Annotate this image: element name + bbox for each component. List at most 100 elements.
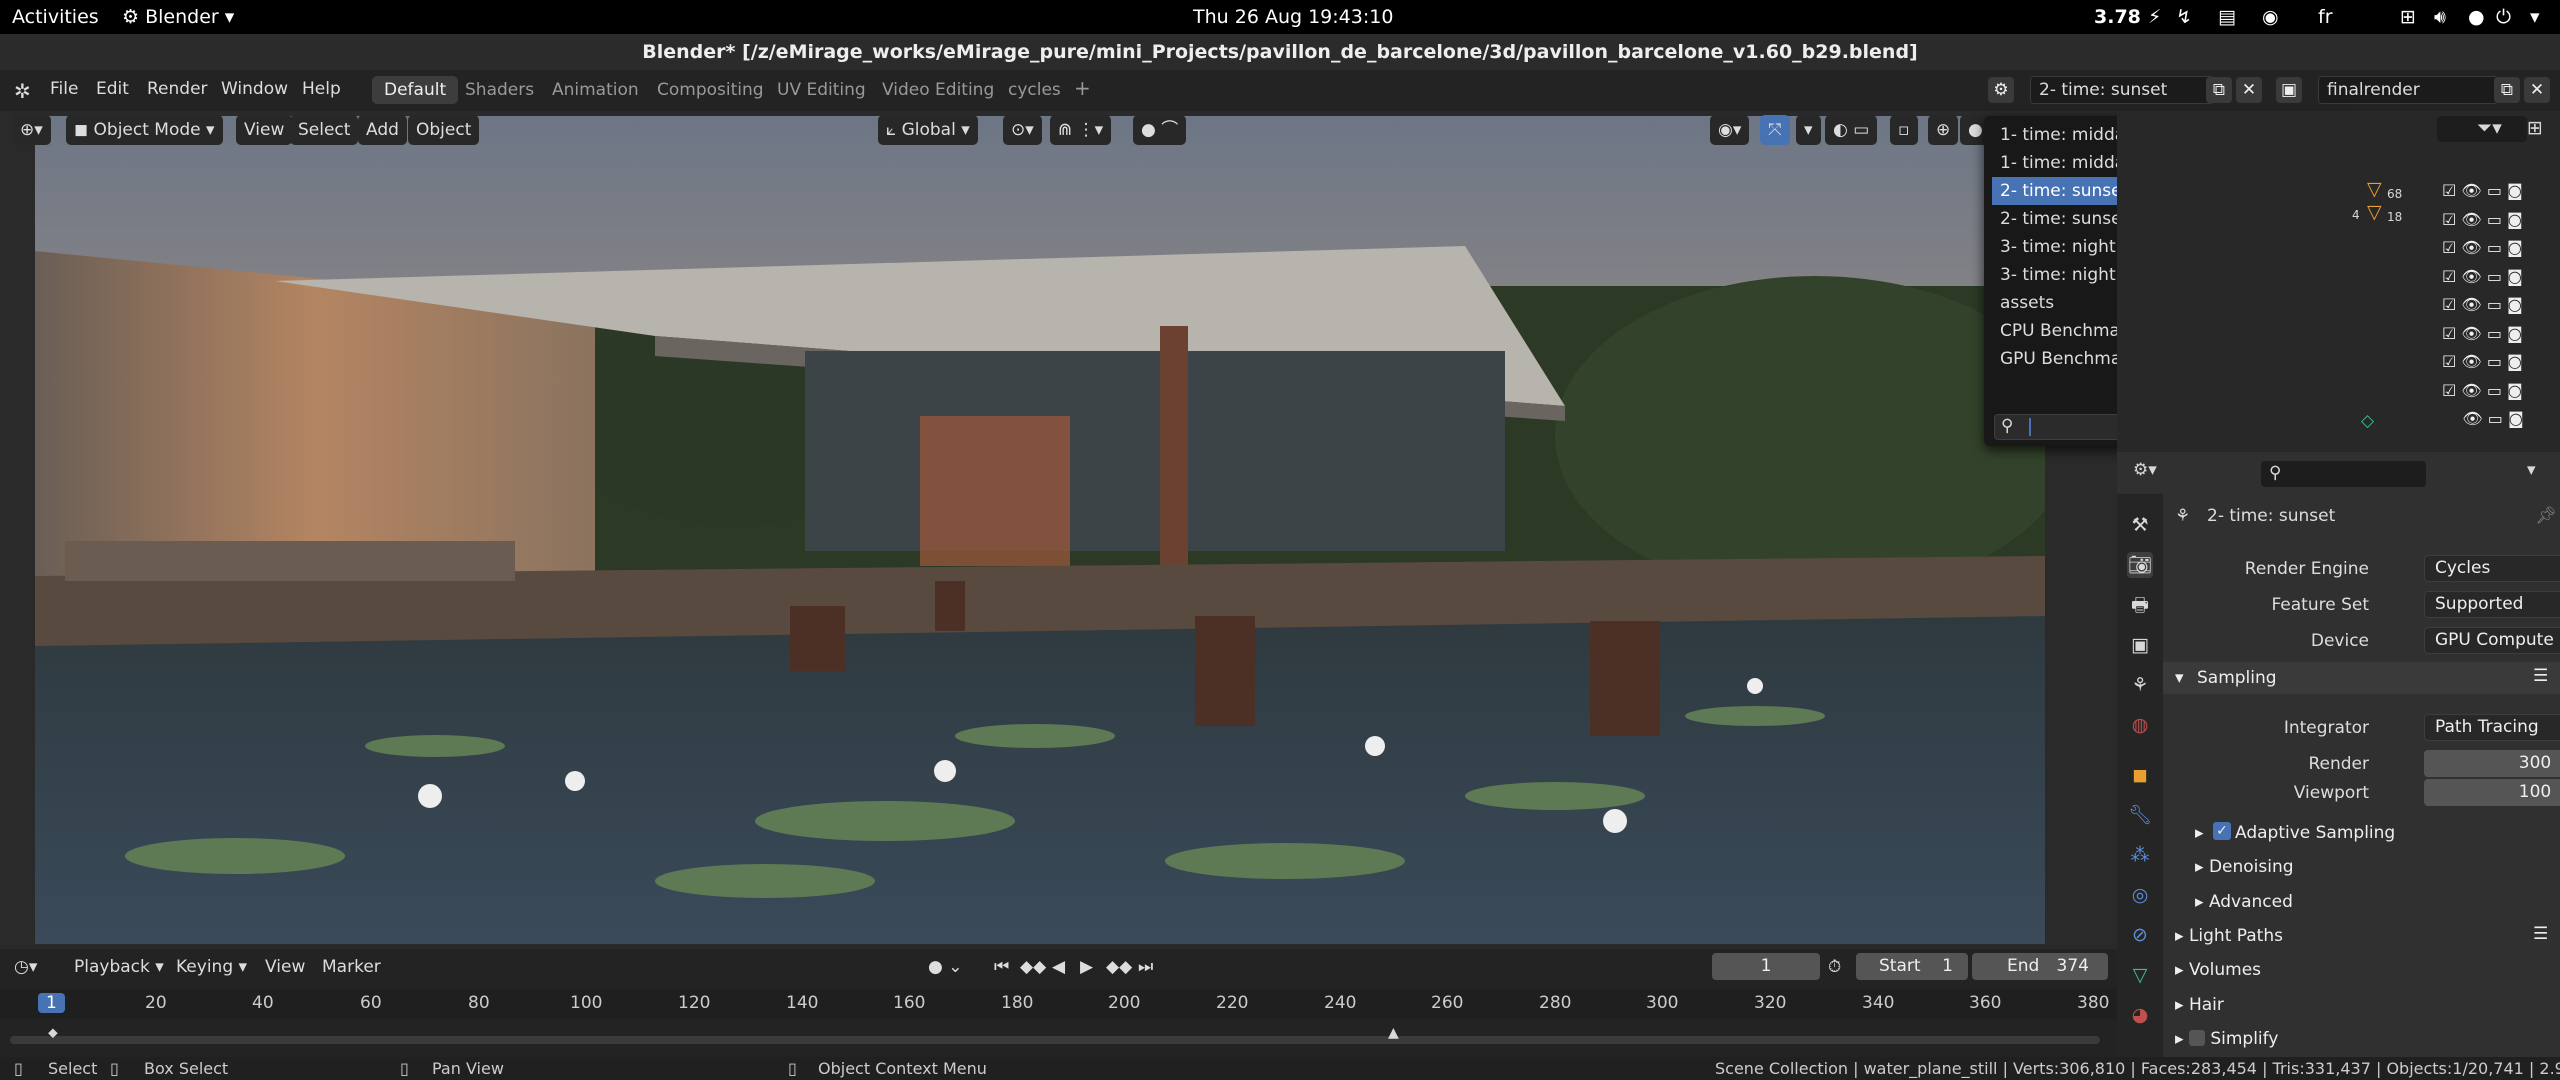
presets-icon[interactable]: ☰ (2533, 924, 2548, 944)
overlays-icon[interactable]: ◐ ▭ (1825, 115, 1878, 145)
tab-cycles[interactable]: cycles (996, 76, 1073, 104)
advanced-subpanel[interactable]: ▸ Advanced (2195, 892, 2293, 912)
tab-animation[interactable]: Animation (540, 76, 651, 104)
tab-video-editing[interactable]: Video Editing (870, 76, 1006, 104)
timer-icon[interactable]: ⏱ (1828, 957, 1841, 977)
jump-start-icon[interactable]: ⏮ (994, 957, 1009, 977)
render-samples-field[interactable]: 300 (2424, 750, 2560, 777)
output-tab-icon[interactable]: 🖶︎ (2127, 592, 2153, 618)
play-reverse-icon[interactable]: ◀ (1052, 957, 1065, 977)
editor-type-icon[interactable]: ◷▾ (14, 957, 37, 977)
object-mode-dropdown[interactable]: ◼ Object Mode ▾ (66, 115, 223, 145)
blender-logo-icon[interactable]: ✲ (14, 79, 31, 103)
outliner-row-toggles[interactable]: ☑ 👁︎ ▭ ◙ (2442, 320, 2557, 349)
chevron-down-icon[interactable]: ▾ (2530, 6, 2540, 28)
view-layer-field[interactable]: finalrender (2318, 76, 2498, 104)
app-menu[interactable]: ⚙ Blender ▾ (122, 6, 234, 28)
chevron-down-icon[interactable]: ▾ (1796, 115, 1821, 145)
menu-view[interactable]: View (265, 957, 305, 977)
proportional-edit-icon[interactable]: ● ⌒ (1133, 115, 1187, 145)
keyboard-layout[interactable]: fr (2318, 6, 2333, 28)
timeline-scrollbar[interactable] (10, 1036, 2100, 1044)
clock[interactable]: Thu 26 Aug 19:43:10 (1193, 6, 1393, 28)
frame-ruler[interactable] (0, 989, 2117, 1019)
integrator-dropdown[interactable]: Path Tracing⌄ (2424, 714, 2560, 741)
tool-tab-icon[interactable]: ⚒ (2127, 512, 2153, 538)
delete-view-layer-icon[interactable]: ✕ (2524, 77, 2550, 103)
record-icon[interactable]: ● ⌄ (928, 957, 962, 977)
menu-edit[interactable]: Edit (96, 79, 129, 99)
volumes-panel[interactable]: ▸ Volumes (2175, 960, 2261, 980)
chevron-down-icon[interactable]: ▾ (2527, 460, 2536, 480)
menu-keying[interactable]: Keying ▾ (176, 957, 247, 977)
menu-marker[interactable]: Marker (322, 957, 381, 977)
outliner-row-toggles[interactable]: ☑ 👁︎ ▭ ◙ (2442, 291, 2557, 320)
properties-editor-type-icon[interactable]: ⚙▾ (2133, 460, 2157, 480)
render-tab-icon[interactable]: 📷︎ (2127, 552, 2153, 578)
presets-icon[interactable]: ☰ (2533, 666, 2548, 686)
editor-type-icon[interactable]: ⊕▾ (12, 115, 51, 145)
shading-wireframe-icon[interactable]: ⊕ (1928, 115, 1959, 145)
new-scene-icon[interactable]: ⧉ (2206, 77, 2232, 103)
transform-orientation-dropdown[interactable]: ⟀ Global ▾ (878, 115, 978, 145)
visibility-icon[interactable]: ◉▾ (1710, 115, 1750, 145)
end-frame-field[interactable]: End 374 (1972, 953, 2108, 980)
3d-viewport[interactable]: ⊕▾ ◼ Object Mode ▾ View Select Add Objec… (0, 111, 2117, 949)
light-paths-panel[interactable]: ▸ Light Paths (2175, 926, 2283, 946)
tab-shaders[interactable]: Shaders (453, 76, 546, 104)
outliner-row-toggles[interactable]: ☑ 👁︎ ▭ ◙ (2442, 177, 2557, 206)
delete-scene-icon[interactable]: ✕ (2236, 77, 2262, 103)
pivot-icon[interactable]: ⊙▾ (1003, 115, 1042, 145)
pin-icon[interactable]: 📌︎ (2535, 506, 2557, 526)
volume-icon[interactable]: 🔊︎ (2434, 6, 2446, 28)
outliner-row-toggles[interactable]: ☑ 👁︎ ▭ ◙ (2442, 206, 2557, 235)
menu-help[interactable]: Help (302, 79, 341, 99)
menu-select[interactable]: Select (290, 115, 359, 145)
modifier-tab-icon[interactable]: 🔧︎ (2127, 802, 2153, 828)
clipboard-icon[interactable]: ▤ (2218, 6, 2236, 28)
simplify-checkbox[interactable] (2188, 1030, 2205, 1046)
outliner[interactable]: ⏷▾ ⊞ ▽ 68 4 ▽ 18 ◇ ☑ 👁︎ ▭ ◙ ☑ 👁︎ ▭ ◙ ☑ 👁… (2117, 111, 2560, 452)
scene-tab-icon[interactable]: ⚘ (2127, 672, 2153, 698)
menu-window[interactable]: Window (221, 79, 288, 99)
view-layer-browse-icon[interactable]: ▣ (2276, 77, 2302, 103)
new-view-layer-icon[interactable]: ⧉ (2494, 77, 2520, 103)
filter-icon[interactable]: ⏷▾ (2477, 117, 2502, 139)
gizmo-icon[interactable]: ⤧ (1760, 115, 1790, 145)
jump-end-icon[interactable]: ⏭ (1138, 957, 1153, 977)
material-tab-icon[interactable]: ◕ (2127, 1002, 2153, 1028)
keyframe-marker[interactable]: ▲ (1388, 1025, 1399, 1041)
menu-file[interactable]: File (50, 79, 78, 99)
prev-keyframe-icon[interactable]: ◆◆ (1020, 957, 1046, 977)
scene-name-field[interactable]: 2- time: sunset (2030, 76, 2214, 104)
outliner-row-toggles[interactable]: ☑ 👁︎ ▭ ◙ (2442, 348, 2557, 377)
view-layer-tab-icon[interactable]: ▣ (2127, 632, 2153, 658)
microphone-icon[interactable]: ● (2468, 6, 2485, 28)
next-keyframe-icon[interactable]: ◆◆ (1106, 957, 1132, 977)
outliner-row-toggles[interactable]: ☑ 👁︎ ▭ ◙ (2442, 263, 2557, 292)
outliner-row-toggles[interactable]: ☑ 👁︎ ▭ ◙ (2442, 234, 2557, 263)
constraints-tab-icon[interactable]: ⊘ (2127, 922, 2153, 948)
play-icon[interactable]: ▶ (1080, 957, 1093, 977)
start-frame-field[interactable]: Start 1 (1856, 953, 1968, 980)
accessibility-icon[interactable]: ◉ (2262, 6, 2279, 28)
outliner-row-toggles[interactable]: 👁︎ ▭ ◙ (2442, 405, 2557, 434)
tab-default[interactable]: Default (372, 76, 459, 104)
scene-browse-icon[interactable]: ⚙ (1988, 77, 2014, 103)
menu-view[interactable]: View (236, 115, 293, 145)
hair-panel[interactable]: ▸ Hair (2175, 995, 2224, 1015)
render-engine-dropdown[interactable]: Cycles⌄ (2424, 555, 2560, 582)
properties-search-field[interactable]: ⚲ (2261, 461, 2426, 487)
chevron-right-icon[interactable]: ▸ (2195, 823, 2204, 843)
xray-icon[interactable]: ▫ (1890, 115, 1918, 145)
viewport-samples-field[interactable]: 100 (2424, 779, 2560, 806)
timeline-editor[interactable]: ◷▾ Playback ▾ Keying ▾ View Marker ● ⌄ ⏮… (0, 949, 2117, 1057)
current-frame-field[interactable]: 1 (1712, 953, 1820, 980)
menu-add[interactable]: Add (358, 115, 407, 145)
tab-uv-editing[interactable]: UV Editing (765, 76, 878, 104)
new-collection-icon[interactable]: ⊞ (2527, 117, 2543, 139)
feature-set-dropdown[interactable]: Supported⌄ (2424, 591, 2560, 618)
add-workspace-icon[interactable]: + (1074, 76, 1091, 100)
outliner-row-toggles[interactable]: ☑ 👁︎ ▭ ◙ (2442, 377, 2557, 406)
adaptive-sampling-checkbox[interactable]: ✓ (2213, 822, 2231, 840)
